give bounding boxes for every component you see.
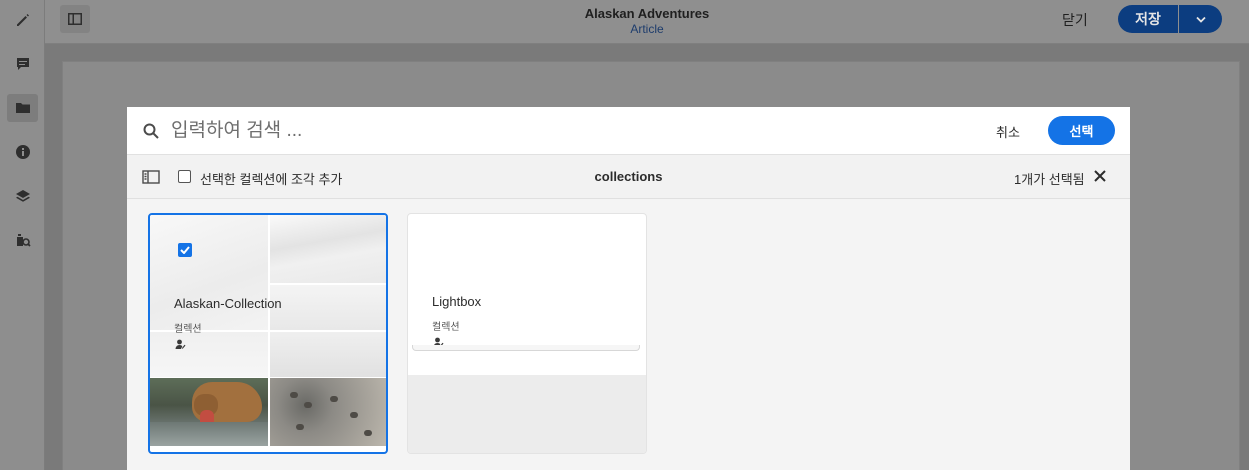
close-button[interactable]: 닫기 (1062, 10, 1088, 30)
layers-icon[interactable] (7, 182, 38, 210)
info-icon[interactable] (7, 138, 38, 166)
thumbnail-shore (270, 332, 386, 377)
thumbnail-fog (150, 332, 268, 377)
search-bar: 취소 선택 (127, 107, 1130, 155)
chevron-down-icon (1195, 16, 1206, 23)
collection-card[interactable]: Alaskan-Collection 컬렉션 (148, 213, 388, 454)
owner-icon (175, 337, 186, 349)
card-empty-preview (408, 375, 646, 453)
folder-icon[interactable] (7, 94, 38, 122)
card-title: Alaskan-Collection (174, 296, 282, 311)
collection-card[interactable]: Lightbox 컬렉션 (407, 213, 647, 454)
save-button[interactable]: 저장 (1118, 5, 1178, 33)
cancel-button[interactable]: 취소 (996, 122, 1020, 141)
card-stack-edge (412, 345, 640, 351)
select-button[interactable]: 선택 (1048, 116, 1115, 145)
collection-picker-dialog: 취소 선택 선택한 컬렉션에 조각 추가 collections 1개가 선택됨 (127, 107, 1130, 470)
top-bar: Alaskan Adventures Article 닫기 저장 (45, 0, 1249, 44)
card-type: 컬렉션 (174, 324, 202, 335)
search-input[interactable] (171, 117, 671, 145)
thumbnail-lake (270, 285, 386, 330)
breadcrumb: collections (594, 169, 663, 184)
thumbnail-tracks (270, 378, 386, 446)
selection-count: 1개가 선택됨 (1014, 172, 1085, 187)
card-selected-checkbox[interactable] (178, 243, 192, 257)
asset-search-icon[interactable] (7, 226, 38, 254)
clear-selection-icon[interactable] (1093, 169, 1107, 183)
card-title: Lightbox (432, 294, 482, 309)
comment-icon[interactable] (7, 50, 38, 78)
thumbnail-mountains (270, 215, 386, 283)
save-options-button[interactable] (1179, 5, 1222, 33)
action-bar: 선택한 컬렉션에 조각 추가 collections 1개가 선택됨 (127, 155, 1130, 199)
search-icon (142, 122, 160, 140)
left-rail (0, 0, 45, 470)
edit-icon[interactable] (7, 6, 38, 34)
thumbnail-bear (150, 378, 268, 446)
thumbnail-snow (150, 215, 268, 330)
card-type: 컬렉션 (432, 322, 460, 333)
